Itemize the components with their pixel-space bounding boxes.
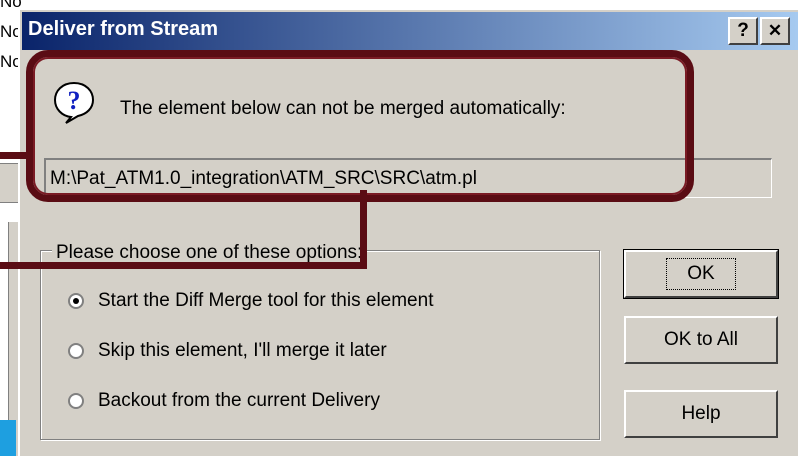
help-button[interactable]: Help <box>624 390 778 438</box>
option-backout[interactable]: Backout from the current Delivery <box>68 390 380 412</box>
close-icon: ✕ <box>767 21 783 40</box>
help-label: Help <box>681 403 721 424</box>
ok-to-all-label: OK to All <box>664 329 738 350</box>
options-group-label: Please choose one of these options: <box>52 242 367 264</box>
help-caption-button[interactable]: ? <box>728 17 758 45</box>
callout-connector <box>0 262 367 269</box>
dialog-title: Deliver from Stream <box>28 18 219 40</box>
option-label: Backout from the current Delivery <box>98 390 380 411</box>
callout-connector <box>0 152 28 159</box>
ok-label: OK <box>666 258 736 290</box>
background-accent <box>0 420 16 456</box>
ok-to-all-button[interactable]: OK to All <box>624 316 778 364</box>
callout-connector <box>360 190 367 268</box>
title-bar[interactable]: Deliver from Stream ? ✕ <box>22 12 798 50</box>
option-skip[interactable]: Skip this element, I'll merge it later <box>68 340 387 362</box>
option-label: Start the Diff Merge tool for this eleme… <box>98 290 434 311</box>
close-button[interactable]: ✕ <box>760 17 790 45</box>
radio-button[interactable] <box>68 343 84 359</box>
callout-highlight <box>26 50 694 202</box>
radio-button[interactable] <box>68 393 84 409</box>
option-label: Skip this element, I'll merge it later <box>98 340 387 361</box>
radio-button[interactable] <box>68 293 84 309</box>
ok-button[interactable]: OK <box>623 249 779 299</box>
option-diff-merge[interactable]: Start the Diff Merge tool for this eleme… <box>68 290 433 312</box>
